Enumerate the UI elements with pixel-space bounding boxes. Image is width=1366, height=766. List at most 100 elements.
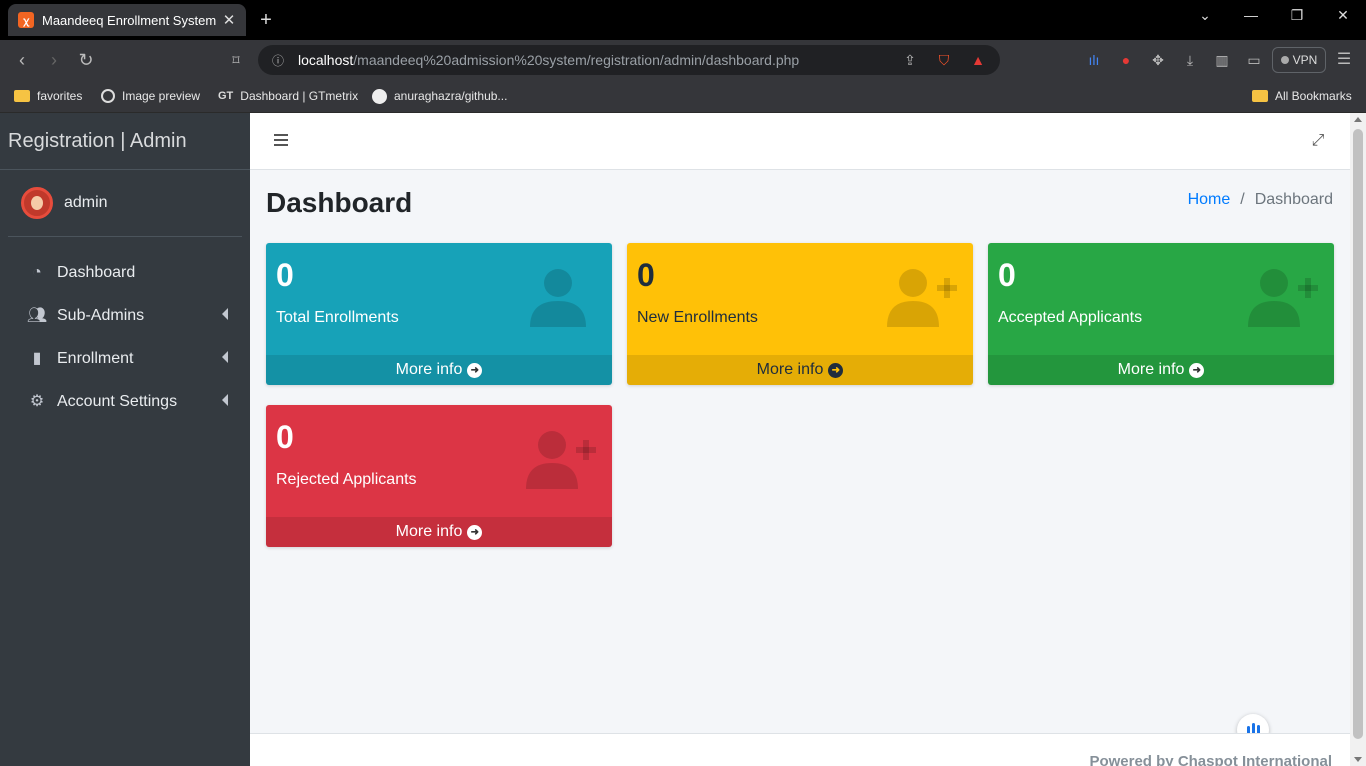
sidebar-item-enrollment[interactable]: ▮ Enrollment: [0, 337, 250, 380]
user-plus-icon: [887, 269, 957, 327]
url-text[interactable]: localhost/maandeeq%20admission%20system/…: [298, 52, 799, 68]
sidebar-item-label: Dashboard: [57, 263, 136, 281]
sidebar-menu: ◔ Dashboard 👥︎ Sub-Admins ▮ Enrollment ⚙…: [0, 251, 250, 423]
rejected-applicants-box: 0 Rejected Applicants More info ➜: [266, 405, 612, 547]
scroll-down-arrow-icon[interactable]: [1354, 757, 1362, 762]
bookmark-label: anuraghazra/github...: [394, 89, 508, 103]
breadcrumb-current: Dashboard: [1254, 191, 1333, 208]
brand-link[interactable]: Registration | Admin: [0, 113, 250, 170]
audio-extension-icon[interactable]: ılı: [1084, 50, 1104, 70]
bookmark-image-preview[interactable]: Image preview: [101, 86, 200, 106]
url-host: localhost: [298, 52, 354, 68]
omnibox-actions: ⇪ ⛉ ▲: [900, 50, 988, 70]
scroll-up-arrow-icon[interactable]: [1354, 117, 1362, 122]
more-info-label: More info: [1117, 361, 1185, 378]
users-icon: 👥︎: [26, 306, 48, 324]
more-info-label: More info: [395, 523, 463, 540]
download-icon[interactable]: ⤓: [1180, 50, 1200, 70]
arrow-circle-right-icon: ➜: [467, 524, 483, 540]
sidebar-toggle-icon[interactable]: ▥: [1212, 50, 1232, 70]
user-name[interactable]: admin: [64, 194, 108, 212]
user-plus-icon: [1248, 269, 1318, 327]
url-path: /maandeeq%20admission%20system/registrat…: [353, 52, 800, 68]
more-info-link[interactable]: More info ➜: [988, 355, 1334, 385]
more-info-label: More info: [395, 361, 463, 378]
extension-red-icon[interactable]: ●: [1116, 50, 1136, 70]
box-count: 0: [276, 257, 294, 293]
reload-icon[interactable]: ↻: [74, 48, 98, 72]
sidebar-item-account-settings[interactable]: ⚙ Account Settings: [0, 380, 250, 423]
user-panel[interactable]: admin: [8, 170, 242, 237]
github-icon: [372, 88, 387, 104]
scroll-thumb[interactable]: [1353, 129, 1363, 739]
user-icon: [530, 269, 586, 327]
arrow-circle-right-icon: ➜: [1189, 362, 1205, 378]
share-icon[interactable]: ⇪: [900, 50, 920, 70]
bookmark-icon[interactable]: ⌑: [224, 48, 248, 72]
new-enrollments-box: 0 New Enrollments More info ➜: [627, 243, 973, 385]
back-icon[interactable]: ‹: [10, 48, 34, 72]
forward-icon[interactable]: ›: [42, 48, 66, 72]
tab-title: Maandeeq Enrollment System | Dashboard: [42, 12, 220, 28]
browser-tab-bar: ꭓ Maandeeq Enrollment System | Dashboard…: [0, 0, 1366, 40]
hamburger-menu-icon[interactable]: [274, 134, 288, 146]
new-tab-icon[interactable]: +: [256, 8, 276, 32]
breadcrumb: Home / Dashboard: [1188, 191, 1333, 209]
avatar: [21, 187, 53, 219]
accepted-applicants-box: 0 Accepted Applicants More info ➜: [988, 243, 1334, 385]
bookmark-all-bookmarks[interactable]: All Bookmarks: [1252, 86, 1352, 106]
site-info-icon[interactable]: ⓘ: [270, 52, 286, 69]
box-label: Rejected Applicants: [276, 471, 417, 488]
address-bar[interactable]: ⓘ localhost/maandeeq%20admission%20syste…: [258, 45, 1000, 75]
bookmarks-bar: favorites Image preview GT Dashboard | GT…: [0, 80, 1366, 113]
more-info-link[interactable]: More info ➜: [266, 517, 612, 547]
browser-tab[interactable]: ꭓ Maandeeq Enrollment System | Dashboard…: [8, 4, 246, 36]
more-info-link[interactable]: More info ➜: [627, 355, 973, 385]
wallet-icon[interactable]: ▭: [1244, 50, 1264, 70]
box-count: 0: [276, 419, 294, 455]
sidebar-item-label: Sub-Admins: [57, 306, 145, 324]
restore-icon[interactable]: ❐: [1274, 4, 1320, 26]
breadcrumb-separator: /: [1240, 191, 1245, 208]
bookmark-label: Dashboard | GTmetrix: [240, 89, 359, 103]
brave-rewards-icon[interactable]: ▲: [968, 50, 988, 70]
box-label: New Enrollments: [637, 309, 758, 326]
arrow-circle-right-icon: ➜: [467, 362, 483, 378]
page-scrollbar[interactable]: [1350, 113, 1366, 766]
folder-icon: [14, 90, 30, 102]
main-footer: Powered by Chaspot International: [250, 733, 1350, 766]
fullscreen-icon[interactable]: ⤢: [1310, 133, 1326, 149]
box-label: Total Enrollments: [276, 309, 399, 326]
minimize-icon[interactable]: —: [1228, 4, 1274, 26]
more-info-link[interactable]: More info ➜: [266, 355, 612, 385]
breadcrumb-home-link[interactable]: Home: [1188, 191, 1231, 209]
bookmark-label: favorites: [37, 89, 83, 103]
extensions-puzzle-icon[interactable]: ✥: [1148, 50, 1168, 70]
chevron-left-icon: [222, 394, 228, 406]
folder-icon: [1252, 90, 1268, 102]
sidebar-item-sub-admins[interactable]: 👥︎ Sub-Admins: [0, 294, 250, 337]
sidebar-item-dashboard[interactable]: ◔ Dashboard: [0, 251, 250, 294]
brave-shield-icon[interactable]: ⛉: [934, 50, 954, 70]
box-count: 0: [637, 257, 655, 293]
sidebar: Registration | Admin admin ◔ Dashboard 👥…: [0, 113, 250, 766]
bookmark-favorites[interactable]: favorites: [14, 86, 82, 106]
total-enrollments-box: 0 Total Enrollments More info ➜: [266, 243, 612, 385]
file-icon: ▮: [32, 349, 42, 367]
menu-icon[interactable]: ☰: [1334, 50, 1354, 70]
tab-close-icon[interactable]: ✕: [220, 11, 238, 29]
gtmetrix-icon: GT: [218, 90, 234, 102]
page-title: Dashboard: [266, 187, 413, 218]
tab-search-icon[interactable]: ⌄: [1182, 4, 1228, 26]
bookmark-label: Image preview: [122, 89, 201, 103]
tachometer-icon: ◔: [32, 263, 42, 281]
bookmark-github[interactable]: anuraghazra/github...: [372, 86, 507, 106]
vpn-button[interactable]: VPN: [1272, 47, 1326, 73]
globe-icon: [101, 89, 115, 103]
window-close-icon[interactable]: ✕: [1320, 4, 1366, 26]
bookmark-gtmetrix[interactable]: GT Dashboard | GTmetrix: [218, 86, 358, 106]
sidebar-item-label: Enrollment: [57, 349, 134, 367]
user-plus-icon: [526, 431, 596, 489]
chevron-left-icon: [222, 308, 228, 320]
content-wrapper: ⤢ Dashboard Home / Dashboard 0 Total Enr…: [250, 113, 1350, 766]
